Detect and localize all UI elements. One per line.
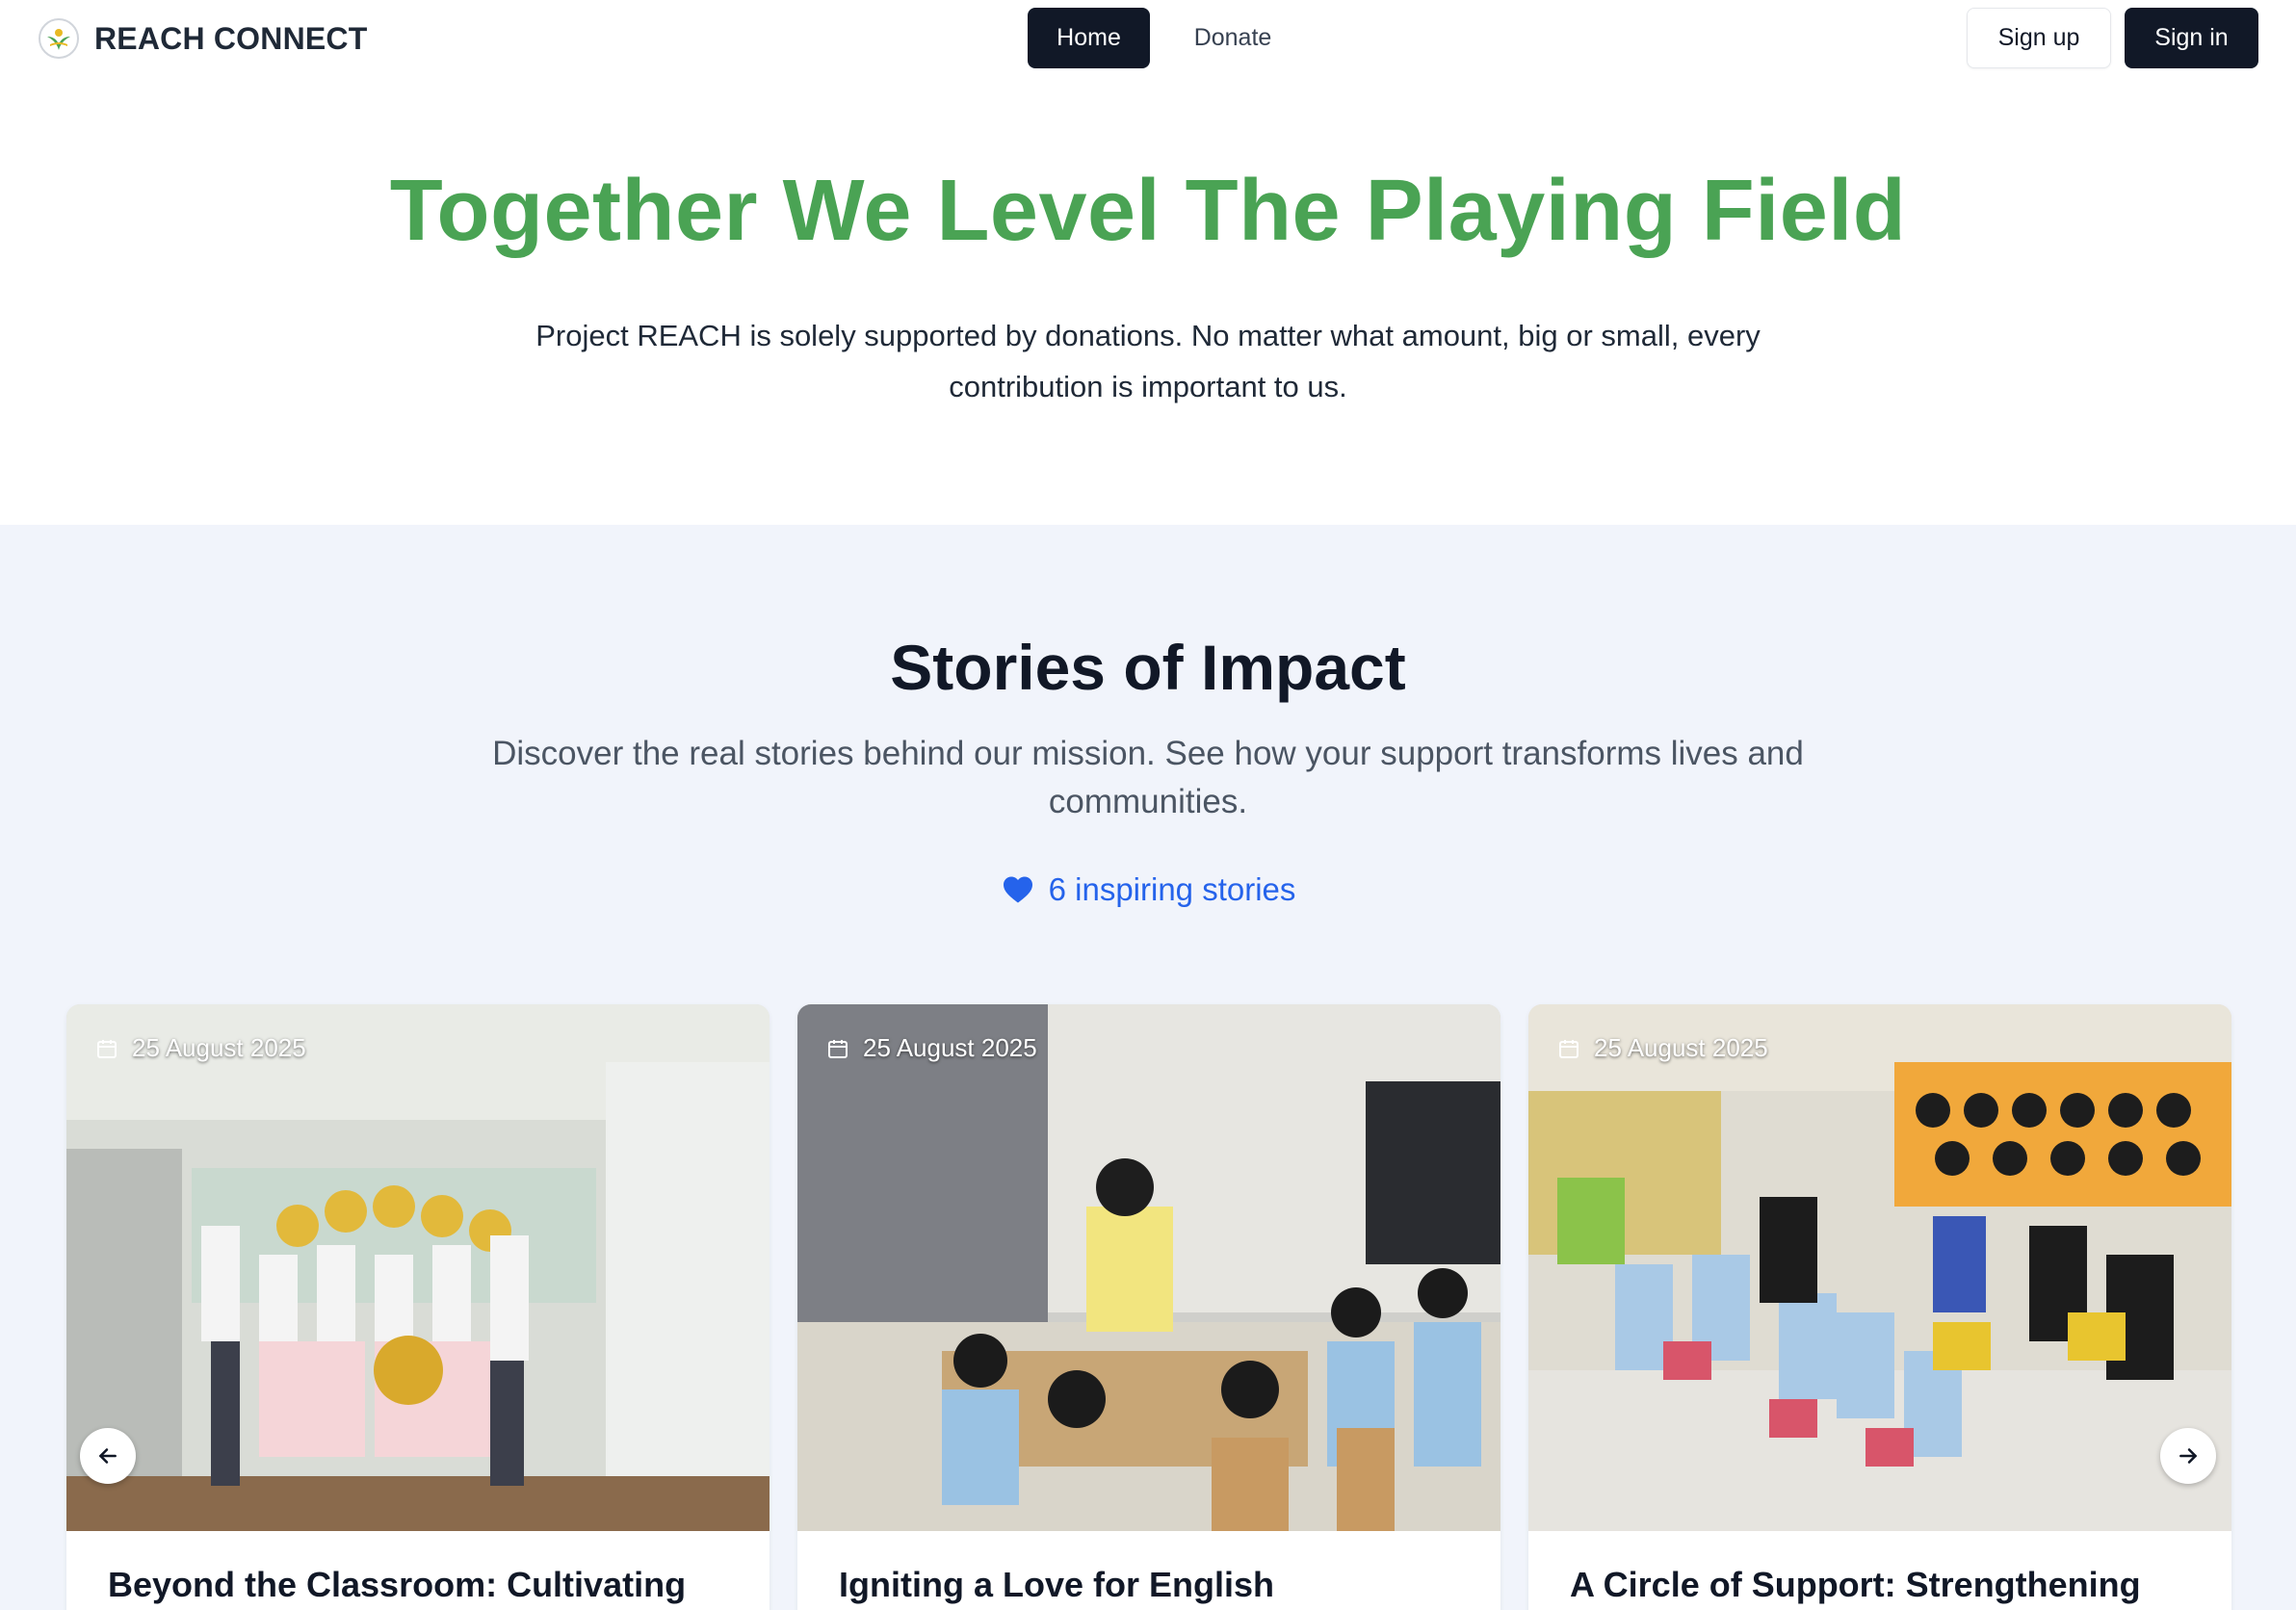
stories-section: Stories of Impact Discover the real stor…: [0, 525, 2296, 1610]
stories-count-label: 6 inspiring stories: [1048, 871, 1296, 907]
carousel-next-button[interactable]: [2160, 1428, 2216, 1484]
story-card[interactable]: 25 August 2025 Igniting a Love for Engli…: [797, 1004, 1500, 1610]
carousel-prev-button[interactable]: [80, 1428, 136, 1484]
brand[interactable]: REACH CONNECT: [39, 15, 368, 62]
heart-icon: [1001, 872, 1035, 907]
story-card[interactable]: 25 August 2025 Beyond the Classroom: Cul…: [66, 1004, 770, 1610]
calendar-icon: [826, 1037, 849, 1060]
story-title[interactable]: Beyond the Classroom: Cultivating: [108, 1565, 744, 1605]
story-date: 25 August 2025: [1557, 1033, 1768, 1063]
story-title[interactable]: Igniting a Love for English: [839, 1565, 1474, 1605]
stories-count: 6 inspiring stories: [0, 871, 2296, 908]
nav-home-button[interactable]: Home: [1028, 8, 1150, 68]
story-photo: [1528, 1004, 2231, 1531]
logo-icon: [39, 18, 79, 59]
story-date: 25 August 2025: [95, 1033, 306, 1063]
top-navbar: REACH CONNECT Home Donate Sign up Sign i…: [0, 0, 2296, 77]
arrow-left-icon: [95, 1443, 120, 1468]
calendar-icon: [1557, 1037, 1580, 1060]
story-title[interactable]: A Circle of Support: Strengthening: [1570, 1565, 2205, 1605]
story-date-text: 25 August 2025: [863, 1033, 1037, 1062]
sign-in-button[interactable]: Sign in: [2125, 8, 2258, 68]
hero-subtitle: Project REACH is solely supported by don…: [535, 319, 1761, 403]
calendar-icon: [95, 1037, 118, 1060]
story-date-text: 25 August 2025: [1594, 1033, 1768, 1062]
nav-donate-link[interactable]: Donate: [1170, 8, 1295, 68]
hero-title: Together We Level The Playing Field: [389, 163, 1907, 259]
stories-subtitle: Discover the real stories behind our mis…: [492, 735, 1804, 820]
story-date: 25 August 2025: [826, 1033, 1037, 1063]
story-photo: [66, 1004, 770, 1531]
sign-up-button[interactable]: Sign up: [1967, 8, 2111, 68]
story-photo: [797, 1004, 1500, 1531]
brand-name: REACH CONNECT: [94, 20, 368, 56]
stories-title: Stories of Impact: [890, 632, 1406, 703]
story-card[interactable]: 25 August 2025 A Circle of Support: Stre…: [1528, 1004, 2231, 1610]
arrow-right-icon: [2176, 1443, 2201, 1468]
story-date-text: 25 August 2025: [132, 1033, 306, 1062]
